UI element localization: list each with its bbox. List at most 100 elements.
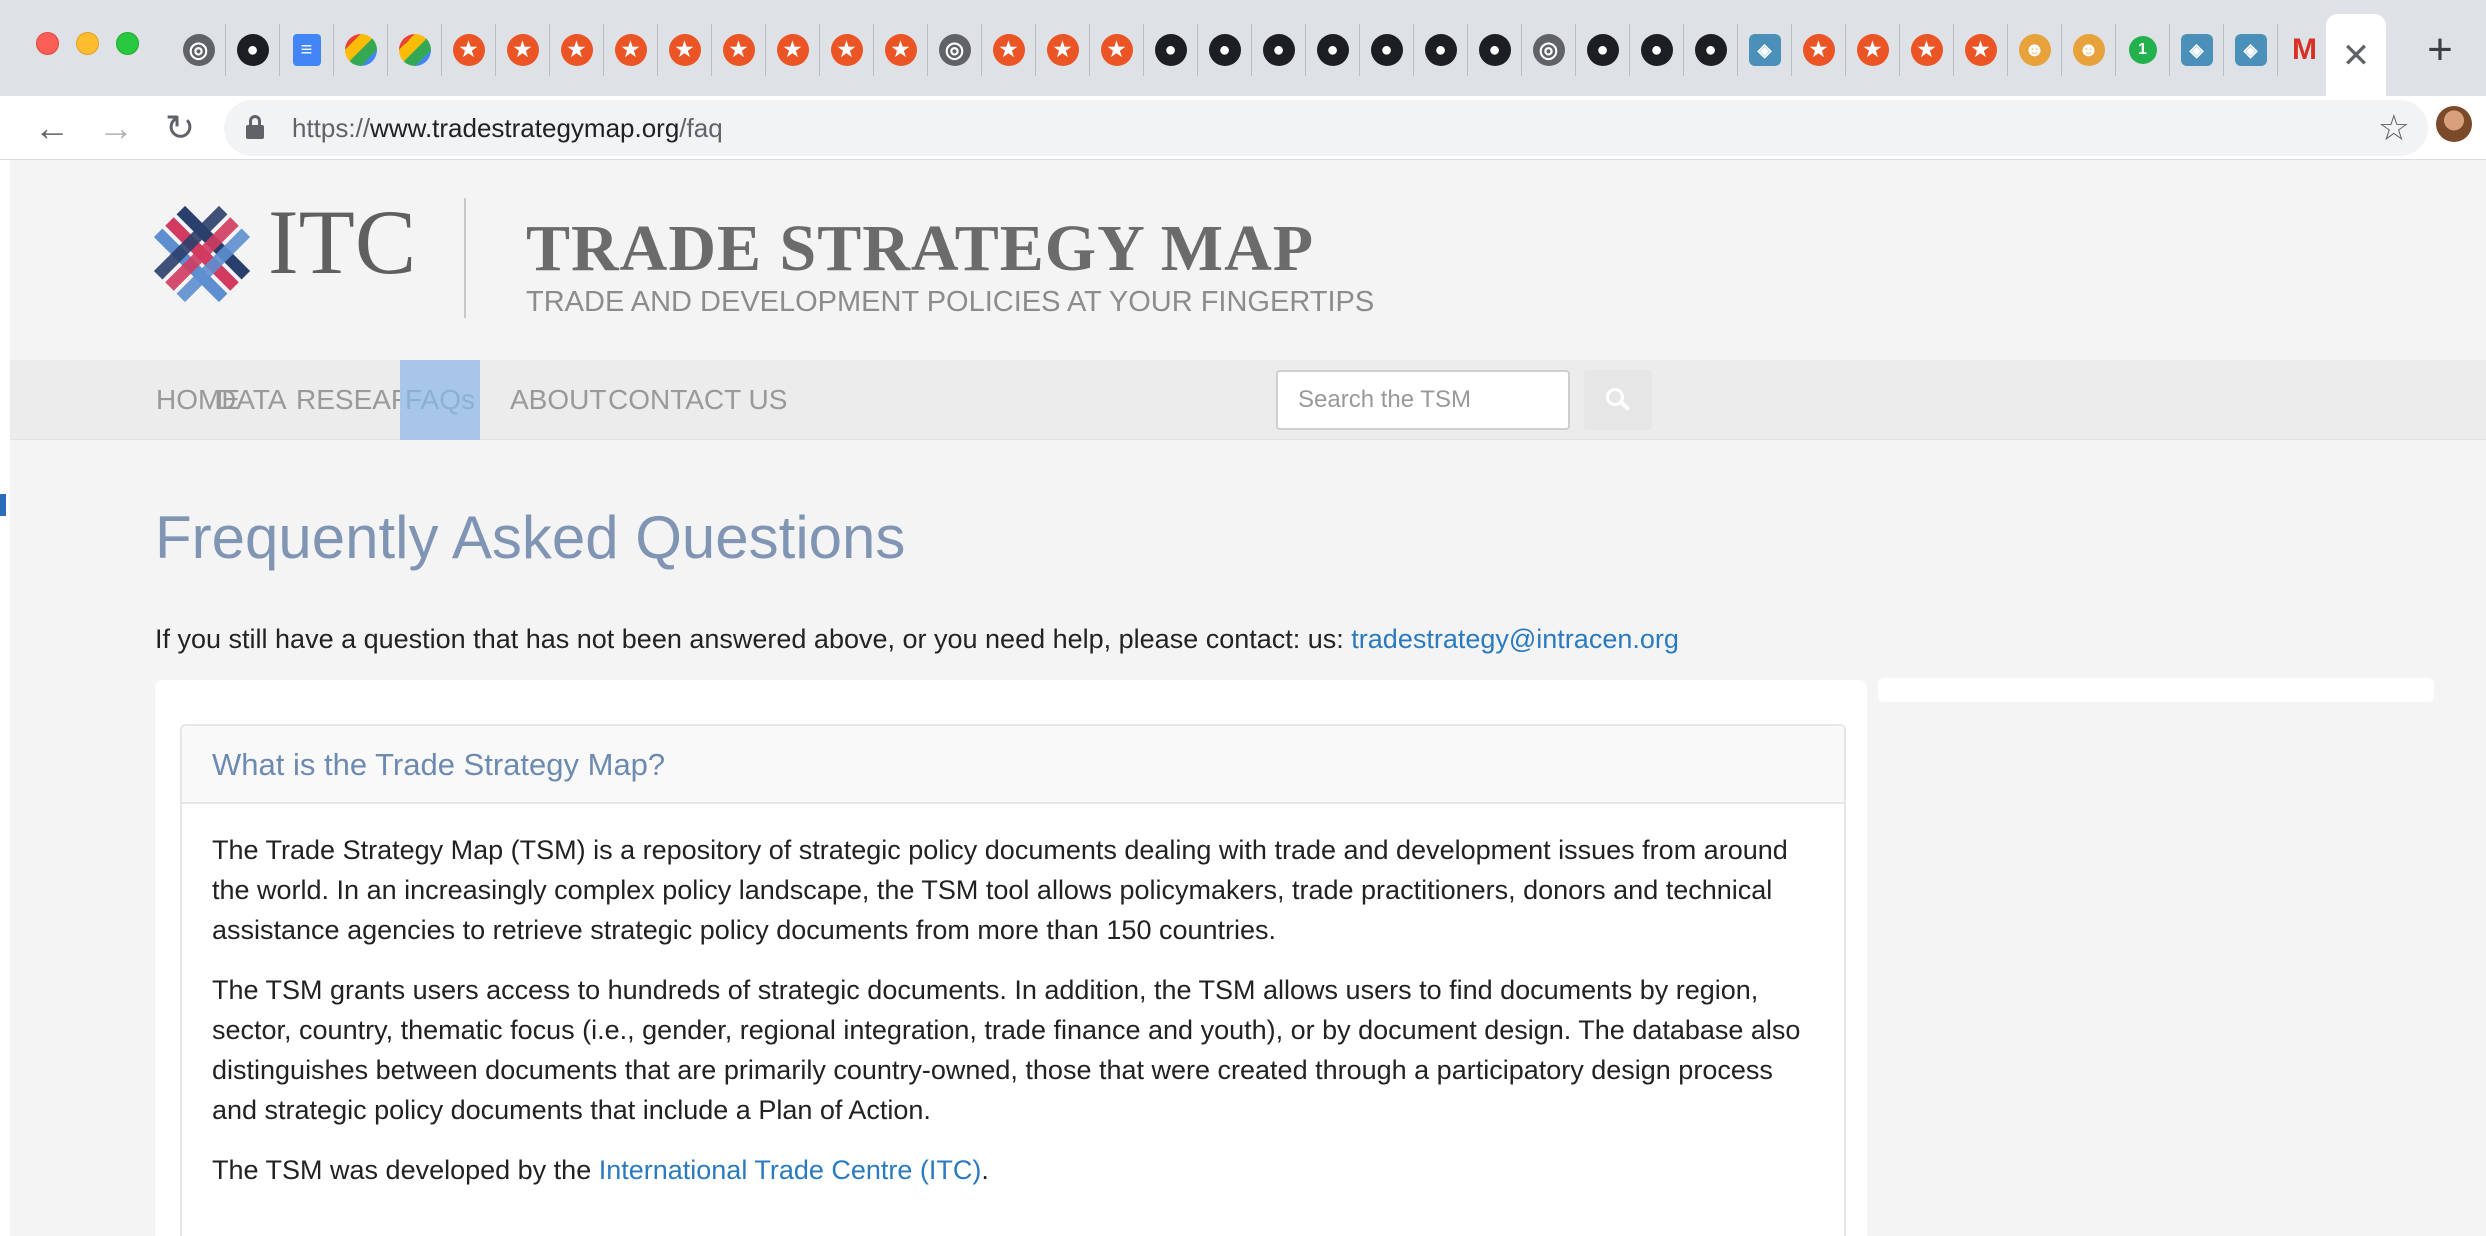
itc-logo-icon[interactable] bbox=[146, 198, 258, 310]
browser-tab[interactable]: ★ bbox=[982, 24, 1036, 76]
browser-tab[interactable]: ◎ bbox=[928, 24, 982, 76]
browser-tab[interactable]: ● bbox=[1468, 24, 1522, 76]
contact-email-link[interactable]: tradestrategy@intracen.org bbox=[1351, 624, 1679, 654]
browser-tab[interactable] bbox=[388, 24, 442, 76]
auth0-icon: ★ bbox=[452, 34, 485, 66]
browser-tab[interactable]: M bbox=[2278, 24, 2332, 76]
edge-mark bbox=[0, 494, 6, 516]
browser-tab[interactable]: ★ bbox=[496, 24, 550, 76]
browser-tab[interactable]: ★ bbox=[712, 24, 766, 76]
browser-tab[interactable]: ● bbox=[1198, 24, 1252, 76]
faq-question[interactable]: What is the Trade Strategy Map? bbox=[182, 726, 1844, 804]
nav-item-contact-us[interactable]: CONTACT US bbox=[578, 360, 817, 440]
address-bar[interactable]: https://www.tradestrategymap.org/faq ☆ bbox=[224, 100, 2428, 156]
browser-tab[interactable]: ★ bbox=[820, 24, 874, 76]
browser-tab[interactable]: ● bbox=[226, 24, 280, 76]
lock-icon[interactable] bbox=[246, 115, 264, 141]
browser-tab[interactable]: ★ bbox=[1792, 24, 1846, 76]
auth0-icon: ★ bbox=[1802, 34, 1835, 66]
github-icon: ● bbox=[1478, 34, 1511, 66]
browser-tab[interactable]: ☻ bbox=[2008, 24, 2062, 76]
browser-tab[interactable]: ★ bbox=[1954, 24, 2008, 76]
nav-item-faqs[interactable]: FAQs bbox=[400, 360, 480, 440]
browser-tab[interactable]: ☻ bbox=[2062, 24, 2116, 76]
pinwheel-icon bbox=[398, 34, 431, 66]
close-window-button[interactable] bbox=[36, 32, 59, 55]
browser-tab[interactable] bbox=[334, 24, 388, 76]
new-tab-button[interactable]: + bbox=[2414, 24, 2466, 76]
github-icon: ● bbox=[1424, 34, 1457, 66]
browser-tab[interactable]: ◈ bbox=[2170, 24, 2224, 76]
auth0-icon: ★ bbox=[1964, 34, 1997, 66]
browser-tab[interactable]: ● bbox=[1306, 24, 1360, 76]
gmail-icon: M bbox=[2292, 33, 2317, 66]
browser-tab[interactable]: ★ bbox=[1090, 24, 1144, 76]
browser-tab[interactable]: ★ bbox=[1846, 24, 1900, 76]
github-icon: ● bbox=[236, 34, 269, 66]
browser-tab[interactable]: ● bbox=[1630, 24, 1684, 76]
bookmark-star-icon[interactable]: ☆ bbox=[2378, 100, 2410, 156]
auth0-icon: ★ bbox=[668, 34, 701, 66]
github-icon: ● bbox=[1154, 34, 1187, 66]
auth0-icon: ★ bbox=[884, 34, 917, 66]
auth0-icon: ★ bbox=[1100, 34, 1133, 66]
sidebar-panel bbox=[1878, 678, 2434, 702]
faq-p3-prefix: The TSM was developed by the bbox=[212, 1155, 599, 1185]
url-text[interactable]: https://www.tradestrategymap.org/faq bbox=[292, 100, 723, 156]
auth0-icon: ★ bbox=[992, 34, 1025, 66]
minimize-window-button[interactable] bbox=[76, 32, 99, 55]
site-title[interactable]: TRADE STRATEGY MAP bbox=[526, 216, 1314, 282]
browser-tab[interactable]: ≡ bbox=[280, 24, 334, 76]
auth0-icon: ★ bbox=[776, 34, 809, 66]
browser-tab[interactable]: ● bbox=[1360, 24, 1414, 76]
github-icon: ● bbox=[1316, 34, 1349, 66]
auth0-icon: ★ bbox=[1910, 34, 1943, 66]
browser-tab[interactable]: ★ bbox=[550, 24, 604, 76]
forward-button[interactable]: → bbox=[92, 104, 140, 152]
browser-tab[interactable]: ● bbox=[1252, 24, 1306, 76]
search-input[interactable]: Search the TSM bbox=[1276, 370, 1570, 430]
maximize-window-button[interactable] bbox=[116, 32, 139, 55]
active-tab[interactable]: ✕ bbox=[2326, 14, 2386, 98]
auth0-icon: ★ bbox=[1856, 34, 1889, 66]
codesandbox-icon: ◈ bbox=[1748, 34, 1781, 66]
reload-button[interactable]: ↻ bbox=[156, 104, 204, 152]
codesandbox-icon: ◈ bbox=[2234, 34, 2267, 66]
browser-tab[interactable]: ◈ bbox=[1738, 24, 1792, 76]
github-icon: ● bbox=[1586, 34, 1619, 66]
back-button[interactable]: ← bbox=[28, 104, 76, 152]
browser-tab[interactable]: ★ bbox=[874, 24, 928, 76]
browser-tab[interactable]: ◈ bbox=[2224, 24, 2278, 76]
browser-tab[interactable]: ★ bbox=[442, 24, 496, 76]
pinwheel-icon bbox=[344, 34, 377, 66]
browser-tab[interactable]: ★ bbox=[1036, 24, 1090, 76]
profile-avatar[interactable] bbox=[2436, 106, 2472, 142]
search-button[interactable] bbox=[1584, 370, 1652, 430]
browser-tab[interactable]: ● bbox=[1144, 24, 1198, 76]
browser-tab[interactable]: ● bbox=[1414, 24, 1468, 76]
auth0-icon: ★ bbox=[506, 34, 539, 66]
one-badge-icon: 1 bbox=[2128, 36, 2157, 64]
faq-paragraph-2: The TSM grants users access to hundreds … bbox=[212, 975, 1801, 1125]
browser-tab[interactable]: ★ bbox=[604, 24, 658, 76]
browser-tab[interactable]: ● bbox=[1684, 24, 1738, 76]
browser-tab[interactable]: ● bbox=[1576, 24, 1630, 76]
contact-intro-text: If you still have a question that has no… bbox=[155, 624, 1352, 654]
browser-tab[interactable]: ★ bbox=[658, 24, 712, 76]
codesandbox-icon: ◈ bbox=[2180, 34, 2213, 66]
globe-icon: ◎ bbox=[182, 34, 215, 66]
browser-toolbar: ← → ↻ https://www.tradestrategymap.org/f… bbox=[0, 96, 2486, 160]
browser-tab[interactable]: ◎ bbox=[1522, 24, 1576, 76]
auth0-icon: ★ bbox=[830, 34, 863, 66]
browser-tab[interactable]: ★ bbox=[1900, 24, 1954, 76]
itc-link[interactable]: International Trade Centre (ITC) bbox=[599, 1155, 982, 1185]
auth0-icon: ★ bbox=[1046, 34, 1079, 66]
close-tab-icon[interactable]: ✕ bbox=[2342, 39, 2371, 73]
browser-tab[interactable]: ◎ bbox=[172, 24, 226, 76]
browser-tab[interactable]: 1 bbox=[2116, 24, 2170, 76]
globe-icon: ◎ bbox=[1532, 34, 1565, 66]
itc-logo-text[interactable]: ITC bbox=[268, 196, 416, 288]
github-icon: ● bbox=[1370, 34, 1403, 66]
browser-tab[interactable]: ★ bbox=[766, 24, 820, 76]
auth0-icon: ★ bbox=[722, 34, 755, 66]
